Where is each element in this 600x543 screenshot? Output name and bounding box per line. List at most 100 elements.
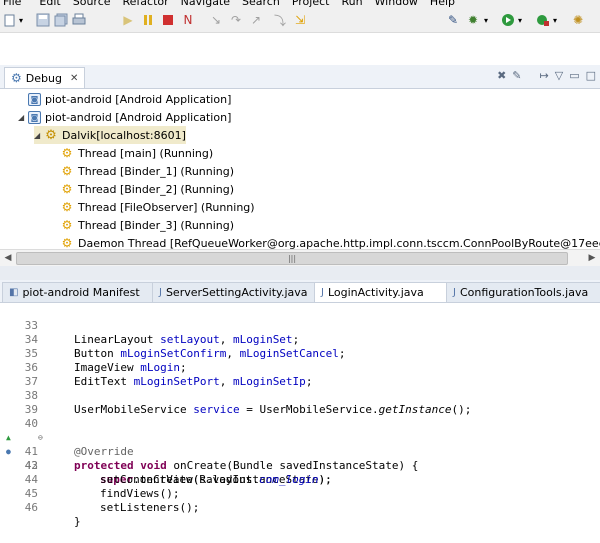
tree-item-label: piot-android [Android Application] (45, 110, 232, 124)
code-line: 40 ⊖ @Override (0, 403, 600, 458)
scrollbar-thumb[interactable]: ||| (16, 252, 568, 265)
thread-running-icon: ⚙ (61, 182, 73, 196)
tab-configurationtools[interactable]: J ConfigurationTools.java (446, 282, 600, 302)
save-icon[interactable] (35, 12, 51, 28)
debug-tree: ◙ piot-android [Android Application] ◢ ◙… (0, 89, 600, 249)
tab-label: LoginActivity.java (327, 286, 424, 299)
code-editor[interactable]: 33 LinearLayout setLayout, mLoginSet; 34… (0, 303, 600, 528)
thread-running-icon: ⚙ (61, 236, 73, 249)
thread-running-icon: ⚙ (61, 200, 73, 214)
tree-item-thread-binder3[interactable]: ⚙ Thread [Binder_3] (Running) (60, 216, 234, 234)
java-file-icon: J (321, 287, 324, 298)
drop-to-frame-icon[interactable]: ⤵ (272, 12, 288, 28)
code-line: 33 LinearLayout setLayout, mLoginSet; (0, 305, 600, 346)
editor-tabbar: ◧ piot-android Manifest J ServerSettingA… (0, 280, 600, 303)
menu-file[interactable]: File (3, 0, 21, 9)
tree-item-label: Thread [Binder_1] (Running) (78, 164, 235, 178)
tree-item-label: Dalvik[localhost:8601] (62, 128, 186, 142)
menu-navigate[interactable]: Navigate (181, 0, 230, 9)
code-line: 46 } (0, 487, 600, 528)
step-over-icon[interactable]: ↷ (228, 12, 244, 28)
code-line: 47 (0, 501, 600, 507)
external-tools-icon[interactable] (535, 12, 551, 28)
view-sash[interactable] (0, 266, 600, 280)
java-file-icon: J (159, 287, 162, 298)
code-line: 37 (0, 361, 600, 388)
menu-project[interactable]: Project (292, 0, 330, 9)
menu-search[interactable]: Search (242, 0, 280, 9)
suspend-icon[interactable] (140, 12, 156, 28)
tree-item-daemon-thread[interactable]: ⚙ Daemon Thread [RefQueueWorker@org.apac… (60, 234, 600, 249)
pin-icon[interactable]: ✎ (512, 69, 521, 82)
code-line: 39 (0, 389, 600, 416)
use-step-filters-icon[interactable]: ⇲ (292, 12, 308, 28)
menu-edit[interactable]: Edit (39, 0, 60, 9)
tab-loginactivity[interactable]: J LoginActivity.java (314, 282, 448, 302)
disconnect-icon[interactable]: N (180, 12, 196, 28)
code-line: 34 Button mLoginSetConfirm, mLoginSetCan… (0, 319, 600, 360)
debug-icon[interactable]: ✹ (465, 12, 481, 28)
code-line: 45 setListeners(); (0, 473, 600, 514)
code-line: 35 ImageView mLogin; (0, 333, 600, 374)
menu-run[interactable]: Run (341, 0, 362, 9)
tree-item-label: Thread [Binder_2] (Running) (78, 182, 235, 196)
minimize-icon[interactable]: ▭ (569, 69, 579, 82)
tree-item-thread-main[interactable]: ⚙ Thread [main] (Running) (60, 144, 214, 162)
save-all-icon[interactable] (53, 12, 69, 28)
main-toolbar: ▾ ▶ N ↘ ↷ ↗ ⤵ ⇲ ✎ ✹ ▾ ▾ ▾ ✺ (0, 10, 600, 33)
android-application-icon: ◙ (28, 92, 41, 106)
tree-item-launch-1[interactable]: ◙ piot-android [Android Application] (18, 90, 231, 108)
tree-item-dalvik[interactable]: ◢ ⚙ Dalvik[localhost:8601] (34, 126, 186, 144)
collapse-icon[interactable]: ◢ (18, 113, 28, 122)
run-icon[interactable] (500, 12, 516, 28)
debug-horizontal-scrollbar[interactable]: ◀ ||| ▶ (0, 249, 600, 266)
tree-item-launch-2[interactable]: ◢ ◙ piot-android [Android Application] (18, 108, 231, 126)
java-file-icon: J (453, 287, 456, 298)
menu-refactor[interactable]: Refactor (123, 0, 169, 9)
debug-dropdown-icon[interactable]: ▾ (482, 12, 490, 28)
tree-item-label: Thread [FileObserver] (Running) (78, 200, 255, 214)
skip-breakpoints-icon[interactable]: ✎ (445, 12, 461, 28)
debug-icon: ⚙ (11, 71, 22, 85)
tab-label: ConfigurationTools.java (459, 286, 589, 299)
android-application-icon: ◙ (28, 110, 41, 124)
code-line: 36 EditText mLoginSetPort, mLoginSetIp; (0, 347, 600, 388)
menu-window[interactable]: Window (375, 0, 418, 9)
tree-item-thread-fileobserver[interactable]: ⚙ Thread [FileObserver] (Running) (60, 198, 255, 216)
thread-running-icon: ⚙ (61, 218, 73, 232)
collapse-icon[interactable]: ◢ (34, 131, 44, 140)
tree-item-label: Daemon Thread [RefQueueWorker@org.apache… (78, 236, 600, 250)
new-java-package-icon[interactable]: ✺ (570, 12, 586, 28)
manifest-file-icon: ◧ (9, 287, 19, 298)
scroll-left-icon[interactable]: ◀ (2, 252, 14, 264)
close-icon[interactable]: ✕ (70, 73, 78, 84)
scroll-right-icon[interactable]: ▶ (586, 252, 598, 264)
maximize-icon[interactable]: □ (586, 69, 596, 82)
code-line: ▲ 41 protected void onCreate(Bundle save… (6, 433, 419, 472)
remove-terminated-icon[interactable]: ✖ (497, 69, 506, 82)
tree-item-label: Thread [main] (Running) (78, 146, 214, 160)
tab-debug[interactable]: ⚙ Debug ✕ (4, 67, 86, 88)
view-menu-icon[interactable]: ▽ (555, 69, 563, 82)
tree-item-thread-binder2[interactable]: ⚙ Thread [Binder_2] (Running) (60, 180, 234, 198)
step-through-icon[interactable]: ↦ (540, 69, 549, 82)
step-into-icon[interactable]: ↘ (208, 12, 224, 28)
code-line: 43 setContentView(R.layout.com_login); (0, 445, 600, 486)
print-icon[interactable] (71, 12, 87, 28)
step-return-icon[interactable]: ↗ (248, 12, 264, 28)
new-icon[interactable] (2, 12, 18, 28)
terminate-icon[interactable] (160, 12, 176, 28)
thread-running-icon: ⚙ (61, 164, 73, 178)
new-dropdown-icon[interactable]: ▾ (17, 12, 25, 28)
menu-source[interactable]: Source (73, 0, 111, 9)
run-dropdown-icon[interactable]: ▾ (516, 12, 524, 28)
resume-icon[interactable]: ▶ (120, 12, 136, 28)
tab-manifest[interactable]: ◧ piot-android Manifest (2, 282, 154, 302)
tree-item-thread-binder1[interactable]: ⚙ Thread [Binder_1] (Running) (60, 162, 234, 180)
external-tools-dropdown-icon[interactable]: ▾ (551, 12, 559, 28)
tab-serversettingactivity[interactable]: J ServerSettingActivity.java (152, 282, 316, 302)
tree-item-label: Thread [Binder_3] (Running) (78, 218, 235, 232)
menu-help[interactable]: Help (430, 0, 455, 9)
tab-label: ServerSettingActivity.java (165, 286, 308, 299)
menu-bar: File Edit Source Refactor Navigate Searc… (0, 0, 600, 10)
